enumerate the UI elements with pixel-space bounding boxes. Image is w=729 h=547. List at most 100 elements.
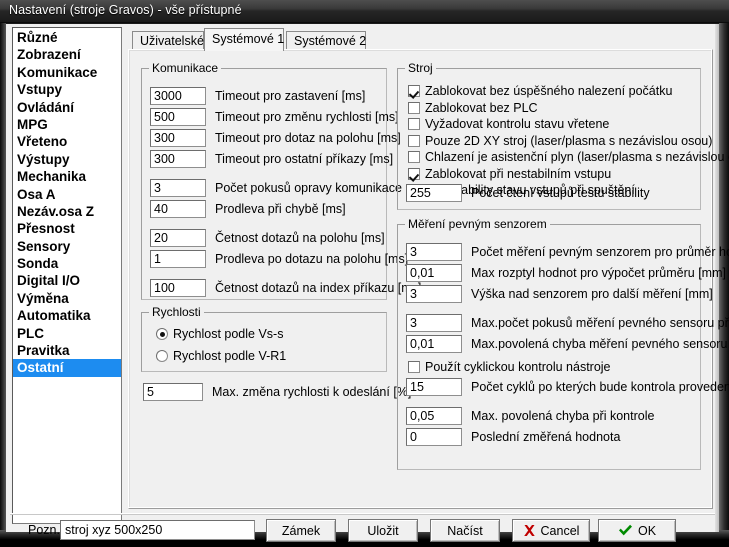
sidebar-item-komunikace[interactable]: Komunikace — [13, 64, 121, 81]
komunikace-input-9[interactable]: 100 — [150, 279, 206, 297]
max-speed-change-input[interactable]: 5 — [143, 383, 203, 401]
komunikace-input-4[interactable]: 300 — [150, 150, 206, 168]
komunikace-input-8[interactable]: 1 — [150, 250, 206, 268]
sidebar-item-label: Různé — [17, 30, 58, 45]
button-label: Zámek — [281, 523, 321, 538]
mereni-input-4[interactable]: 3 — [406, 314, 462, 332]
sidebar-item-v-stupy[interactable]: Výstupy — [13, 151, 121, 168]
sidebar-item-digital-i-o[interactable]: Digital I/O — [13, 272, 121, 289]
group-title-rychlosti: Rychlosti — [149, 305, 204, 319]
sidebar-item-r-zn[interactable]: Různé — [13, 29, 121, 46]
sidebar-item-label: Ovládání — [17, 99, 75, 115]
tab-page-systemove-1: Komunikace 3000 Timeout pro zastavení [ms… — [128, 49, 729, 509]
komunikace-input-2[interactable]: 500 — [150, 108, 206, 126]
checkbox-box — [408, 361, 420, 373]
bottom-bar: Pozn. stroj xyz 500x250 Zámek Uložit Načís… — [10, 513, 715, 547]
button-label: Načíst — [447, 523, 483, 538]
sidebar-item-label: Přesnost — [17, 221, 75, 237]
sidebar-item-label: Vřeteno — [17, 134, 68, 150]
mereni-input-5[interactable]: 0,01 — [406, 335, 462, 353]
sidebar-item-label: Mechanika — [17, 169, 87, 185]
tab-syst-mov-2[interactable]: Systémové 2 — [286, 31, 366, 50]
sidebar-item-label: Ostatní — [17, 360, 64, 376]
settings-window: Nastavení (stroje Gravos) - vše přístupn… — [0, 0, 729, 542]
komunikace-label-5: Počet pokusů opravy komunikace — [215, 181, 402, 195]
red-x-icon — [523, 525, 535, 536]
mereni-label-5: Max.povolená chyba měření pevného sensor… — [471, 337, 729, 351]
mereni-cyclic-input-2[interactable]: 0,05 — [406, 407, 462, 425]
komunikace-input-7[interactable]: 20 — [150, 229, 206, 247]
group-komunikace: Komunikace 3000 Timeout pro zastavení [ms… — [141, 61, 421, 300]
sidebar-item-label: Výstupy — [17, 151, 70, 167]
sidebar-item-mpg[interactable]: MPG — [13, 116, 121, 133]
sidebar-item-label: Digital I/O — [17, 273, 81, 289]
tab-u-ivatelsk-[interactable]: Uživatelské — [132, 31, 204, 50]
red-x-icon — [523, 524, 536, 537]
sidebar-item-sensory[interactable]: Sensory — [13, 238, 121, 255]
tab-syst-mov-1[interactable]: Systémové 1 — [204, 28, 284, 51]
stability-read-count-label: Počet čtení vstupů testu stability — [471, 186, 650, 200]
sidebar-item-label: MPG — [17, 116, 48, 132]
sidebar-item-label: Sonda — [17, 256, 59, 272]
max-speed-change-label: Max. změna rychlosti k odeslání [%] — [212, 385, 412, 399]
category-list[interactable]: Různé Zobrazení Komunikace Vstupy Ovládání MP… — [12, 27, 122, 524]
mereni-cyclic-label-2: Max. povolená chyba při kontrole — [471, 409, 655, 423]
button-label: Uložit — [367, 523, 399, 538]
sidebar-item-mechanika[interactable]: Mechanika — [13, 168, 121, 185]
group-rychlosti: Rychlosti Rychlost podle Vs-s Rychlost po… — [141, 305, 387, 372]
note-input[interactable]: stroj xyz 500x250 — [60, 520, 255, 540]
window-title: Nastavení (stroje Gravos) - vše přístupn… — [9, 3, 242, 17]
sidebar-item-label: PLC — [17, 325, 44, 341]
sidebar-item-plc[interactable]: PLC — [13, 325, 121, 342]
cyclic-tool-check-label: Použít cyklickou kontrolu nástroje — [425, 360, 611, 374]
speed-mode-radio-label: Rychlost podle Vs-s — [173, 327, 284, 341]
sidebar-item-ostatn[interactable]: Ostatní — [13, 359, 121, 377]
sidebar-item-label: Osa A — [17, 186, 56, 202]
checkbox-box — [408, 118, 420, 130]
komunikace-input-3[interactable]: 300 — [150, 129, 206, 147]
sidebar-item-label: Sensory — [17, 238, 71, 254]
sidebar-item-ovl-d-n[interactable]: Ovládání — [13, 99, 121, 116]
mereni-cyclic-input-3[interactable]: 0 — [406, 428, 462, 446]
komunikace-label-3: Timeout pro dotaz na polohu [ms] — [215, 131, 401, 145]
mereni-cyclic-label-1: Počet cyklů po kterých bude kontrola pro… — [471, 380, 729, 394]
group-title-komunikace: Komunikace — [149, 61, 222, 75]
stability-read-count-input[interactable]: 255 — [406, 184, 462, 202]
komunikace-label-8: Prodleva po dotazu na polohu [ms] — [215, 252, 409, 266]
komunikace-label-7: Četnost dotazů na polohu [ms] — [215, 231, 385, 245]
mereni-label-4: Max.počet pokusů měření pevného sensoru … — [471, 316, 729, 330]
stroj-checkbox-label: Chlazení je asistenční plyn (laser/plasm… — [425, 150, 729, 164]
sidebar-item-p-esnost[interactable]: Přesnost — [13, 220, 121, 237]
komunikace-input-6[interactable]: 40 — [150, 200, 206, 218]
komunikace-label-4: Timeout pro ostatní příkazy [ms] — [215, 152, 394, 166]
sidebar-item-zobrazen[interactable]: Zobrazení — [13, 46, 121, 63]
sidebar-item-v-eteno[interactable]: Vřeteno — [13, 133, 121, 150]
komunikace-input-5[interactable]: 3 — [150, 179, 206, 197]
mereni-input-1[interactable]: 3 — [406, 243, 462, 261]
checkbox-box — [408, 167, 420, 180]
komunikace-input-1[interactable]: 3000 — [150, 87, 206, 105]
sidebar-item-sonda[interactable]: Sonda — [13, 255, 121, 272]
komunikace-label-1: Timeout pro zastavení [ms] — [215, 89, 366, 103]
sidebar-item-label: Nezáv.osa Z — [17, 203, 95, 219]
group-stroj: Stroj Zablokovat bez úspěšného nalezení … — [397, 61, 729, 210]
sidebar-item-pravitka[interactable]: Pravitka — [13, 342, 121, 359]
mereni-input-3[interactable]: 3 — [406, 285, 462, 303]
sidebar-item-v-m-na[interactable]: Výměna — [13, 290, 121, 307]
stroj-checkbox-label: Pouze 2D XY stroj (laser/plasma s nezávi… — [425, 133, 713, 148]
group-mereni-pevnym-senzorem: Měření pevným senzorem 3 Počet měření pev… — [397, 217, 729, 470]
komunikace-label-9: Četnost dotazů na index příkazu [ms] — [215, 281, 422, 295]
group-title-stroj: Stroj — [405, 61, 436, 75]
sidebar-item-automatika[interactable]: Automatika — [13, 307, 121, 324]
sidebar-item-vstupy[interactable]: Vstupy — [13, 81, 121, 98]
checkbox-box — [408, 134, 420, 147]
sidebar-item-nez-v-osa-z[interactable]: Nezáv.osa Z — [13, 203, 121, 220]
mereni-cyclic-label-3: Poslední změřená hodnota — [471, 430, 621, 444]
mereni-cyclic-input-1[interactable]: 15 — [406, 378, 462, 396]
client-area: Různé Zobrazení Komunikace Vstupy Ovládání MP… — [6, 24, 729, 542]
sidebar-item-label: Vstupy — [17, 82, 63, 98]
button-label: OK — [637, 523, 657, 538]
sidebar-item-osa-a[interactable]: Osa A — [13, 186, 121, 203]
title-bar: Nastavení (stroje Gravos) - vše přístupn… — [0, 0, 729, 23]
mereni-input-2[interactable]: 0,01 — [406, 264, 462, 282]
